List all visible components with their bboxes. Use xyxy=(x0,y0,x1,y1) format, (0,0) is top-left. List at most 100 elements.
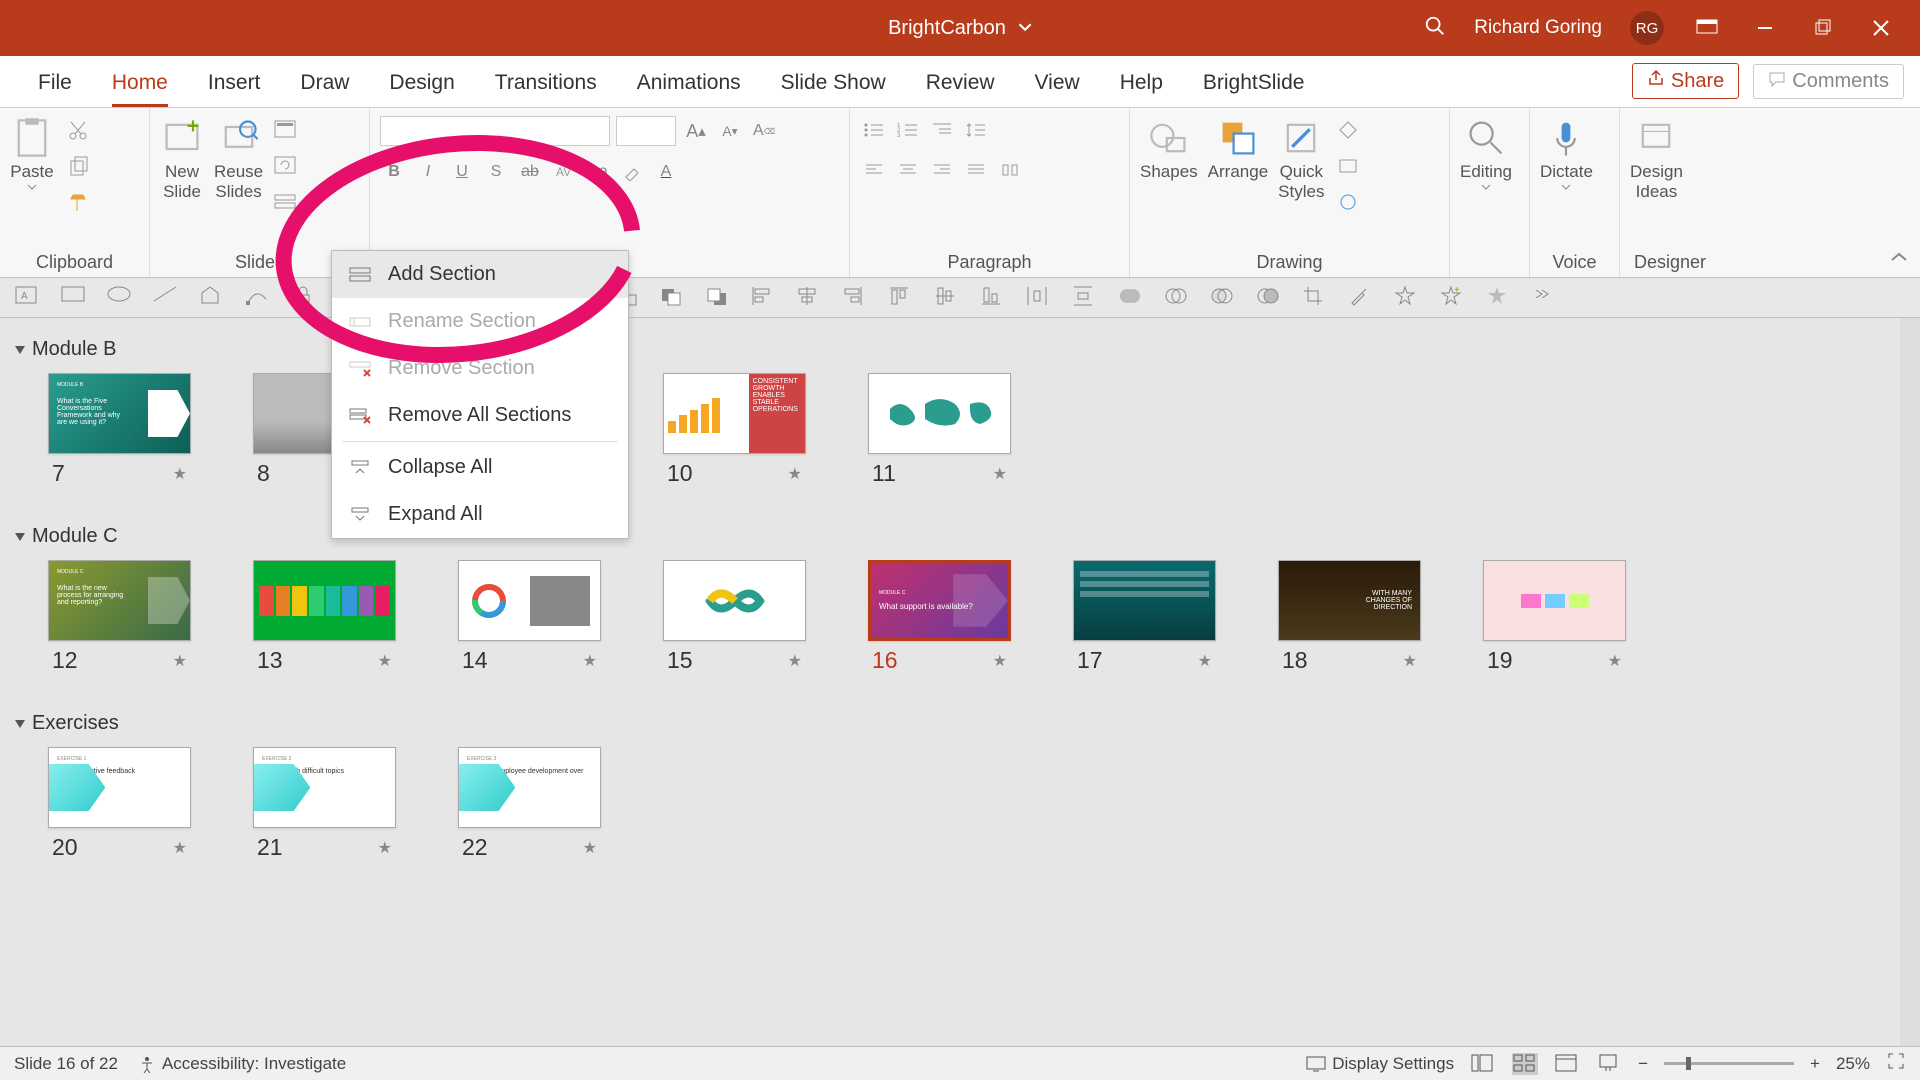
display-settings-button[interactable]: Display Settings xyxy=(1306,1054,1454,1074)
ellipse-icon[interactable] xyxy=(106,285,132,311)
zoom-level[interactable]: 25% xyxy=(1836,1054,1870,1074)
format-painter-icon[interactable] xyxy=(64,188,92,216)
underline-icon[interactable]: U xyxy=(448,158,476,186)
slide-thumbnail[interactable]: MODULE CWhat support is available? 16★ xyxy=(868,560,1011,680)
quick-styles-button[interactable]: Quick Styles xyxy=(1278,116,1324,201)
union-icon[interactable] xyxy=(1118,285,1144,311)
ribbon-display-icon[interactable] xyxy=(1692,13,1722,43)
collapse-arrow-icon[interactable] xyxy=(15,720,25,728)
slide-sorter-view[interactable]: Module B MODULE BWhat is the Five Conver… xyxy=(0,318,1920,1046)
line-spacing-icon[interactable] xyxy=(962,116,990,144)
shadow-icon[interactable]: S xyxy=(482,158,510,186)
slide-thumbnail[interactable]: 19★ xyxy=(1483,560,1626,680)
bold-icon[interactable]: B xyxy=(380,158,408,186)
slide-thumbnail[interactable]: MODULE CWhat is the new process for arra… xyxy=(48,560,191,680)
align-middle-icon[interactable] xyxy=(934,285,960,311)
slide-sorter-view-icon[interactable] xyxy=(1512,1053,1538,1075)
slide-thumbnail[interactable]: 13★ xyxy=(253,560,396,680)
tab-draw[interactable]: Draw xyxy=(280,61,369,107)
tab-insert[interactable]: Insert xyxy=(188,61,281,107)
paste-button[interactable]: Paste xyxy=(10,116,54,190)
copy-icon[interactable] xyxy=(64,152,92,180)
decrease-font-icon[interactable]: A▾ xyxy=(716,117,744,145)
overflow-icon[interactable] xyxy=(1532,285,1558,311)
menu-remove-all-sections[interactable]: Remove All Sections xyxy=(332,392,628,439)
user-name[interactable]: Richard Goring xyxy=(1474,17,1602,39)
zoom-in-icon[interactable]: + xyxy=(1810,1054,1820,1074)
slide-thumbnail[interactable]: 11★ xyxy=(868,373,1011,493)
slide-thumbnail[interactable]: 15★ xyxy=(663,560,806,680)
distribute-v-icon[interactable] xyxy=(1072,285,1098,311)
accessibility-status[interactable]: Accessibility: Investigate xyxy=(138,1054,346,1074)
slide-thumbnail[interactable]: EXERCISE 3Tracking employee development … xyxy=(458,747,601,867)
italic-icon[interactable]: I xyxy=(414,158,442,186)
collapse-arrow-icon[interactable] xyxy=(15,346,25,354)
align-right-icon[interactable] xyxy=(928,156,956,184)
freeform-icon[interactable] xyxy=(198,285,224,311)
tab-transitions[interactable]: Transitions xyxy=(475,61,617,107)
font-size-dropdown[interactable] xyxy=(616,116,676,146)
zoom-slider[interactable] xyxy=(1664,1062,1794,1065)
lock-aspect-icon[interactable] xyxy=(290,285,316,311)
shape-fill-icon[interactable] xyxy=(1334,116,1362,144)
comments-button[interactable]: Comments xyxy=(1753,64,1904,99)
section-header-module-b[interactable]: Module B xyxy=(12,334,1908,373)
combine-icon[interactable] xyxy=(1164,285,1190,311)
document-title[interactable]: BrightCarbon xyxy=(888,17,1032,40)
normal-view-icon[interactable] xyxy=(1470,1053,1496,1075)
star-add-icon[interactable]: + xyxy=(1440,285,1466,311)
tab-animations[interactable]: Animations xyxy=(617,61,761,107)
highlight-icon[interactable] xyxy=(618,158,646,186)
tab-brightslide[interactable]: BrightSlide xyxy=(1183,61,1325,107)
reuse-slides-button[interactable]: Reuse Slides xyxy=(214,116,263,201)
slide-thumbnail[interactable]: 14★ xyxy=(458,560,601,680)
section-header-module-c[interactable]: Module C xyxy=(12,521,1908,560)
rectangle-icon[interactable] xyxy=(60,285,86,311)
align-left-icon[interactable] xyxy=(860,156,888,184)
align-right-icon[interactable] xyxy=(842,285,868,311)
menu-expand-all[interactable]: Expand All xyxy=(332,491,628,538)
shape-outline-icon[interactable] xyxy=(1334,152,1362,180)
textbox-icon[interactable]: A xyxy=(14,285,40,311)
indent-icon[interactable] xyxy=(928,116,956,144)
shapes-button[interactable]: Shapes xyxy=(1140,116,1198,182)
section-header-exercises[interactable]: Exercises xyxy=(12,708,1908,747)
minimize-icon[interactable] xyxy=(1750,13,1780,43)
maximize-icon[interactable] xyxy=(1808,13,1838,43)
slide-thumbnail[interactable]: MODULE BWhat is the Five Conversations F… xyxy=(48,373,191,493)
new-slide-button[interactable]: New Slide xyxy=(160,116,204,201)
strikethrough-icon[interactable]: ab xyxy=(516,158,544,186)
collapse-ribbon-icon[interactable] xyxy=(1890,251,1908,269)
cut-icon[interactable] xyxy=(64,116,92,144)
tab-help[interactable]: Help xyxy=(1100,61,1183,107)
menu-add-section[interactable]: Add Section xyxy=(332,251,628,298)
justify-icon[interactable] xyxy=(962,156,990,184)
line-icon[interactable] xyxy=(152,285,178,311)
font-name-dropdown[interactable] xyxy=(380,116,610,146)
bullets-icon[interactable] xyxy=(860,116,888,144)
bring-forward-icon[interactable] xyxy=(658,285,684,311)
align-top-icon[interactable] xyxy=(888,285,914,311)
search-icon[interactable] xyxy=(1424,15,1446,42)
tab-view[interactable]: View xyxy=(1015,61,1100,107)
slideshow-view-icon[interactable] xyxy=(1596,1053,1622,1075)
tab-design[interactable]: Design xyxy=(369,61,474,107)
edit-points-icon[interactable] xyxy=(244,285,270,311)
distribute-h-icon[interactable] xyxy=(1026,285,1052,311)
align-left-icon[interactable] xyxy=(750,285,776,311)
vertical-scrollbar[interactable] xyxy=(1900,318,1920,1046)
collapse-arrow-icon[interactable] xyxy=(15,533,25,541)
title-dropdown-icon[interactable] xyxy=(1018,17,1032,40)
slide-thumbnail[interactable]: WITH MANY CHANGES OF DIRECTION 18★ xyxy=(1278,560,1421,680)
arrange-button[interactable]: Arrange xyxy=(1208,116,1268,182)
align-center-h-icon[interactable] xyxy=(796,285,822,311)
editing-button[interactable]: Editing xyxy=(1460,116,1512,190)
align-center-icon[interactable] xyxy=(894,156,922,184)
case-icon[interactable]: Aa xyxy=(584,158,612,186)
menu-collapse-all[interactable]: Collapse All xyxy=(332,444,628,491)
columns-icon[interactable] xyxy=(996,156,1024,184)
slide-thumbnail[interactable]: CONSISTENT GROWTH ENABLES STABLE OPERATI… xyxy=(663,373,806,493)
tab-file[interactable]: File xyxy=(18,61,92,107)
slide-thumbnail[interactable]: EXERCISE 1Giving effective feedback 20★ xyxy=(48,747,191,867)
reading-view-icon[interactable] xyxy=(1554,1053,1580,1075)
